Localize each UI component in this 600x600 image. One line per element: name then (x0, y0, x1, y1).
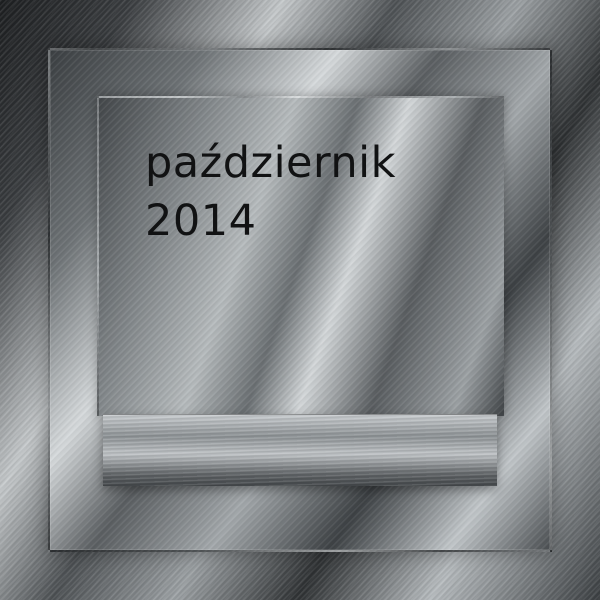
metal-ledge (103, 414, 497, 486)
date-caption: październik 2014 (145, 134, 396, 250)
brushed-metal-card: październik 2014 (0, 0, 600, 600)
month-label: październik (145, 138, 397, 188)
year-label: 2014 (145, 196, 257, 246)
